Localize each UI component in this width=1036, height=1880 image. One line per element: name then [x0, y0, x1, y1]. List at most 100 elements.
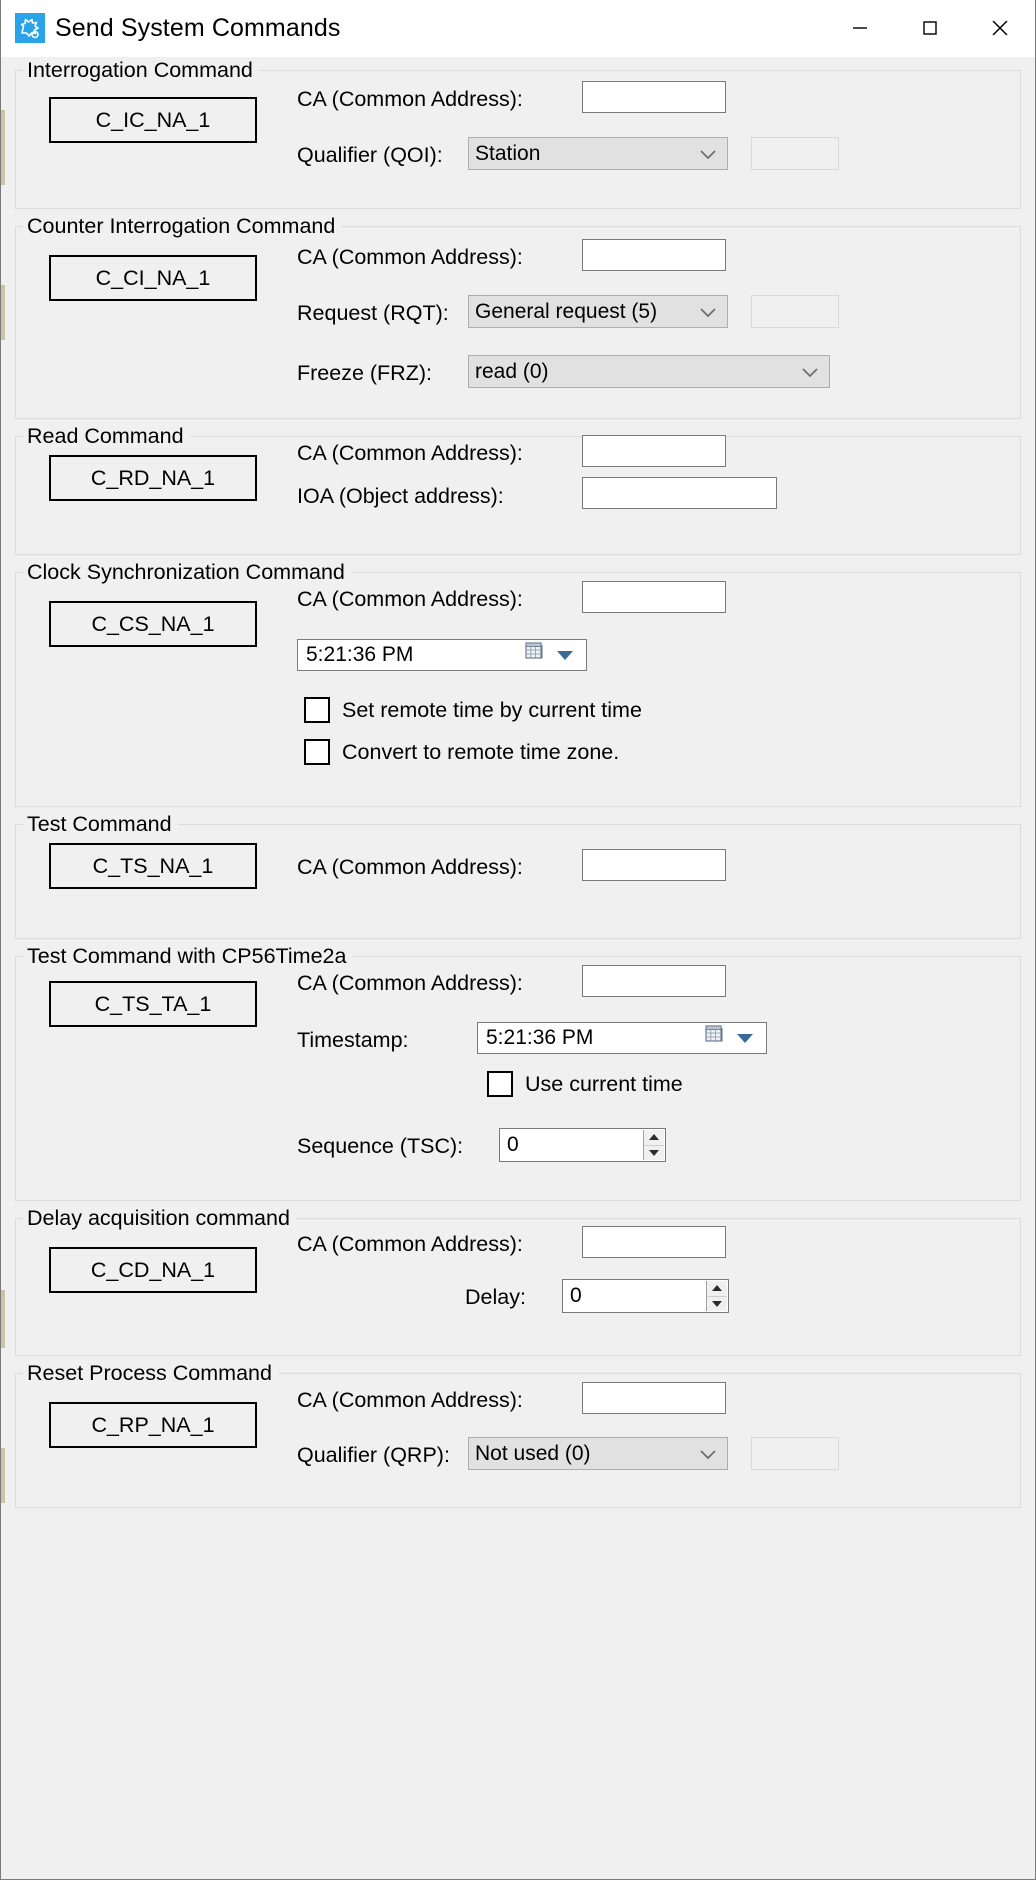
close-button[interactable]: [965, 0, 1035, 56]
datetime-picker-clock-sync[interactable]: 5:21:36 PM: [297, 639, 587, 671]
input-ca-test[interactable]: [582, 849, 726, 881]
label-ca-counter-interrogation: CA (Common Address):: [297, 245, 523, 269]
combo-qoi-value: Station: [475, 141, 541, 165]
checkbox-convert-time-zone-row[interactable]: Convert to remote time zone.: [304, 739, 619, 765]
checkbox-set-remote-time-label: Set remote time by current time: [342, 697, 642, 722]
window-controls: [825, 0, 1035, 56]
label-ca-test-cp56: CA (Common Address):: [297, 971, 523, 995]
spinner-up-icon[interactable]: [707, 1281, 727, 1297]
datetime-value-clock-sync: 5:21:36 PM: [306, 643, 414, 666]
checkbox-convert-time-zone-label: Convert to remote time zone.: [342, 739, 620, 764]
group-reset-process-command: Reset Process Command C_RP_NA_1 CA (Comm…: [9, 1360, 1027, 1512]
title-bar: Send System Commands: [1, 0, 1035, 57]
qrp-extra-box[interactable]: [751, 1437, 839, 1470]
checkbox-use-current-time-row[interactable]: Use current time: [487, 1071, 683, 1097]
button-c-rd-na-1[interactable]: C_RD_NA_1: [49, 455, 257, 501]
combo-frz[interactable]: read (0): [468, 355, 830, 388]
input-ioa-read[interactable]: [582, 477, 777, 509]
group-title-test: Test Command: [23, 811, 178, 837]
label-qoi: Qualifier (QOI):: [297, 143, 443, 167]
input-ca-counter-interrogation[interactable]: [582, 239, 726, 271]
group-title-test-cp56time2a: Test Command with CP56Time2a: [23, 943, 353, 969]
label-ioa-read: IOA (Object address):: [297, 484, 504, 508]
label-timestamp: Timestamp:: [297, 1028, 409, 1052]
chevron-down-icon: [801, 360, 819, 384]
chevron-down-icon: [699, 142, 717, 166]
checkbox-set-remote-time-row[interactable]: Set remote time by current time: [304, 697, 642, 723]
spinner-up-icon[interactable]: [644, 1130, 664, 1146]
group-test-command: Test Command C_TS_NA_1 CA (Common Addres…: [9, 811, 1027, 943]
checkbox-use-current-time-label: Use current time: [525, 1071, 683, 1096]
app-gear-icon: [15, 13, 45, 43]
group-title-counter-interrogation: Counter Interrogation Command: [23, 213, 342, 239]
group-interrogation-command: Interrogation Command C_IC_NA_1 CA (Comm…: [9, 57, 1027, 213]
input-ca-test-cp56[interactable]: [582, 965, 726, 997]
input-ca-read[interactable]: [582, 435, 726, 467]
group-title-interrogation: Interrogation Command: [23, 57, 259, 83]
button-c-cd-na-1[interactable]: C_CD_NA_1: [49, 1247, 257, 1293]
label-ca-clock-sync: CA (Common Address):: [297, 587, 523, 611]
button-c-ts-ta-1[interactable]: C_TS_TA_1: [49, 981, 257, 1027]
rqt-extra-box[interactable]: [751, 295, 839, 328]
send-system-commands-window: Send System Commands Interrogation Comma…: [0, 0, 1036, 1880]
group-read-command: Read Command C_RD_NA_1 CA (Common Addres…: [9, 423, 1027, 559]
input-ca-delay[interactable]: [582, 1226, 726, 1258]
chevron-down-icon: [699, 300, 717, 324]
input-ca-reset-process[interactable]: [582, 1382, 726, 1414]
group-clock-synchronization-command: Clock Synchronization Command C_CS_NA_1 …: [9, 559, 1027, 811]
label-ca-read: CA (Common Address):: [297, 441, 523, 465]
label-delay: Delay:: [465, 1285, 526, 1309]
label-ca-delay: CA (Common Address):: [297, 1232, 523, 1256]
calendar-icon[interactable]: [704, 1024, 726, 1052]
label-ca-test: CA (Common Address):: [297, 855, 523, 879]
combo-frz-value: read (0): [475, 359, 549, 383]
qoi-extra-box[interactable]: [751, 137, 839, 170]
spinner-delay[interactable]: 0: [562, 1279, 729, 1313]
input-ca-clock-sync[interactable]: [582, 581, 726, 613]
checkbox-use-current-time[interactable]: [487, 1071, 513, 1097]
group-title-reset-process: Reset Process Command: [23, 1360, 278, 1386]
label-ca-reset-process: CA (Common Address):: [297, 1388, 523, 1412]
group-delay-acquisition-command: Delay acquisition command C_CD_NA_1 CA (…: [9, 1205, 1027, 1360]
button-c-ic-na-1[interactable]: C_IC_NA_1: [49, 97, 257, 143]
label-ca-interrogation: CA (Common Address):: [297, 87, 523, 111]
spinner-delay-value: 0: [570, 1284, 582, 1307]
group-counter-interrogation-command: Counter Interrogation Command C_CI_NA_1 …: [9, 213, 1027, 423]
combo-qrp-value: Not used (0): [475, 1441, 591, 1465]
command-groups: Interrogation Command C_IC_NA_1 CA (Comm…: [1, 57, 1035, 1512]
chevron-down-icon: [699, 1442, 717, 1466]
calendar-icon[interactable]: [524, 641, 546, 669]
spinner-sequence-tsc[interactable]: 0: [499, 1128, 666, 1162]
group-title-delay-acquisition: Delay acquisition command: [23, 1205, 296, 1231]
button-c-ts-na-1[interactable]: C_TS_NA_1: [49, 843, 257, 889]
checkbox-convert-time-zone[interactable]: [304, 739, 330, 765]
combo-qoi[interactable]: Station: [468, 137, 728, 170]
dropdown-arrow-icon[interactable]: [556, 643, 574, 667]
maximize-button[interactable]: [895, 0, 965, 56]
spinner-arrows[interactable]: [706, 1281, 727, 1311]
spinner-down-icon[interactable]: [707, 1297, 727, 1312]
button-c-ci-na-1[interactable]: C_CI_NA_1: [49, 255, 257, 301]
label-qrp: Qualifier (QRP):: [297, 1443, 450, 1467]
minimize-button[interactable]: [825, 0, 895, 56]
spinner-sequence-tsc-value: 0: [507, 1133, 519, 1156]
button-c-cs-na-1[interactable]: C_CS_NA_1: [49, 601, 257, 647]
checkbox-set-remote-time[interactable]: [304, 697, 330, 723]
dropdown-arrow-icon[interactable]: [736, 1026, 754, 1050]
label-sequence-tsc: Sequence (TSC):: [297, 1134, 464, 1158]
combo-rqt[interactable]: General request (5): [468, 295, 728, 328]
group-title-read: Read Command: [23, 423, 190, 449]
input-ca-interrogation[interactable]: [582, 81, 726, 113]
spinner-arrows[interactable]: [643, 1130, 664, 1160]
label-frz: Freeze (FRZ):: [297, 361, 432, 385]
datetime-value-timestamp: 5:21:36 PM: [486, 1026, 594, 1049]
spinner-down-icon[interactable]: [644, 1146, 664, 1161]
datetime-picker-timestamp[interactable]: 5:21:36 PM: [477, 1022, 767, 1054]
combo-rqt-value: General request (5): [475, 299, 658, 323]
button-c-rp-na-1[interactable]: C_RP_NA_1: [49, 1402, 257, 1448]
group-test-command-cp56time2a: Test Command with CP56Time2a C_TS_TA_1 C…: [9, 943, 1027, 1205]
combo-qrp[interactable]: Not used (0): [468, 1437, 728, 1470]
group-title-clock-sync: Clock Synchronization Command: [23, 559, 351, 585]
label-rqt: Request (RQT):: [297, 301, 449, 325]
window-title: Send System Commands: [55, 13, 341, 42]
